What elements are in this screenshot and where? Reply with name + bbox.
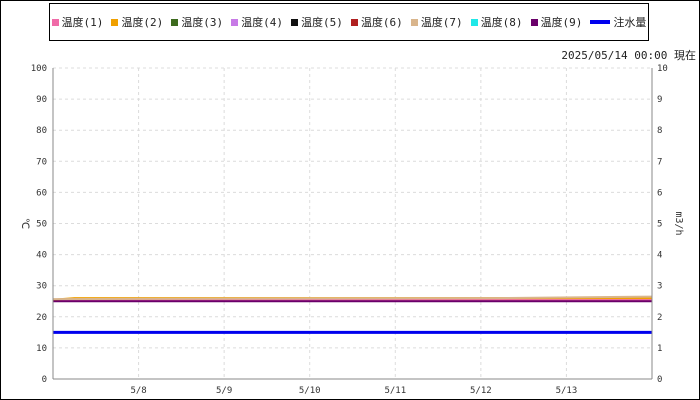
y-axis-left-label: ℃ [19,218,30,229]
y-tick-right: 7 [657,157,662,167]
y-tick-left: 30 [36,282,47,292]
y-tick-left: 10 [36,344,47,354]
y-tick-right: 4 [657,251,662,261]
y-tick-left: 80 [36,126,47,136]
y-tick-left: 20 [36,313,47,323]
y-tick-left: 60 [36,188,47,198]
x-tick-label: 5/11 [384,386,406,396]
y-tick-right: 6 [657,188,662,198]
y-tick-right: 2 [657,313,662,323]
y-tick-right: 3 [657,282,662,292]
y-tick-right: 10 [657,64,668,74]
y-tick-right: 9 [657,95,662,105]
y-tick-left: 40 [36,251,47,261]
y-tick-left: 0 [42,375,47,385]
y-tick-left: 100 [31,64,47,74]
x-tick-label: 5/10 [299,386,321,396]
chart-plot: 0 10 20 30 40 50 60 70 80 90 100 0 1 2 3 4 5 6 7 8 9 10 5/8 5/9… [19,64,684,396]
x-tick-label: 5/9 [216,386,232,396]
y-axis-right-label: m3/h [673,211,684,235]
y-tick-left: 90 [36,95,47,105]
y-tick-right: 5 [657,220,662,230]
y-tick-left: 70 [36,157,47,167]
y-tick-right: 8 [657,126,662,136]
x-tick-label: 5/8 [130,386,146,396]
y-tick-left: 50 [36,220,47,230]
x-tick-label: 5/13 [556,386,578,396]
y-tick-right: 1 [657,344,662,354]
y-tick-right: 0 [657,375,662,385]
x-tick-label: 5/12 [470,386,492,396]
